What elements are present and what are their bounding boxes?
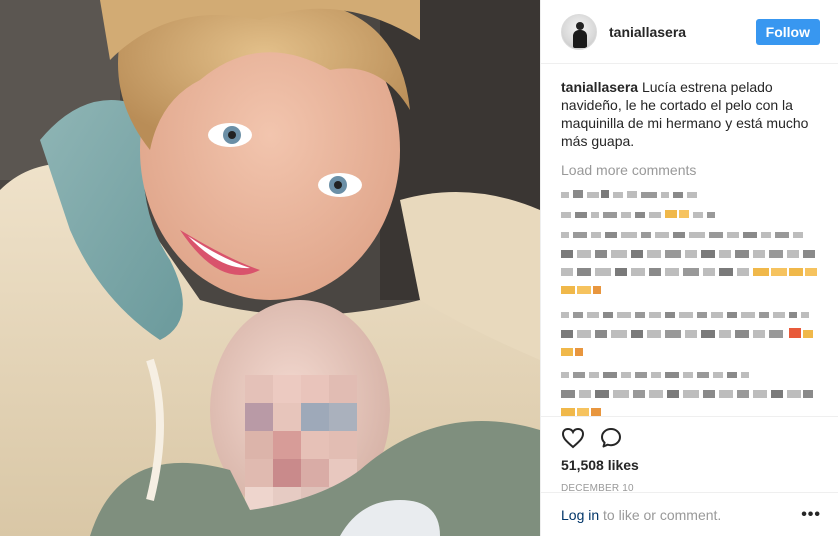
login-prompt: Log in to like or comment. <box>561 507 801 523</box>
pixelated-comments <box>561 188 820 429</box>
post-image <box>0 0 540 536</box>
avatar-figure-body <box>573 29 587 48</box>
post-sidebar: taniallasera Follow taniallasera Lucía e… <box>540 0 838 536</box>
action-bar: 51,508 likes DECEMBER 10 <box>541 416 838 494</box>
follow-button[interactable]: Follow <box>755 18 820 45</box>
login-link[interactable]: Log in <box>561 507 599 523</box>
login-suffix: to like or comment. <box>599 506 722 523</box>
post-photo[interactable] <box>0 0 540 536</box>
comments-section: taniallasera Lucía estrena pelado navide… <box>541 64 838 429</box>
likes-count[interactable]: 51,508 likes <box>561 457 821 473</box>
login-footer: Log in to like or comment. ••• <box>541 492 838 536</box>
pixelated-comments-graphic <box>561 190 817 416</box>
post-header: taniallasera Follow <box>541 0 838 64</box>
comment-icon[interactable] <box>599 426 623 450</box>
more-options-icon[interactable]: ••• <box>801 506 821 524</box>
load-more-comments[interactable]: Load more comments <box>561 162 820 178</box>
heart-icon[interactable] <box>561 427 585 449</box>
caption-username[interactable]: taniallasera <box>561 79 638 95</box>
action-icons <box>561 421 821 455</box>
avatar-figure-head <box>576 21 584 30</box>
username-link[interactable]: taniallasera <box>609 24 756 40</box>
avatar[interactable] <box>561 13 597 50</box>
caption: taniallasera Lucía estrena pelado navide… <box>561 78 820 150</box>
